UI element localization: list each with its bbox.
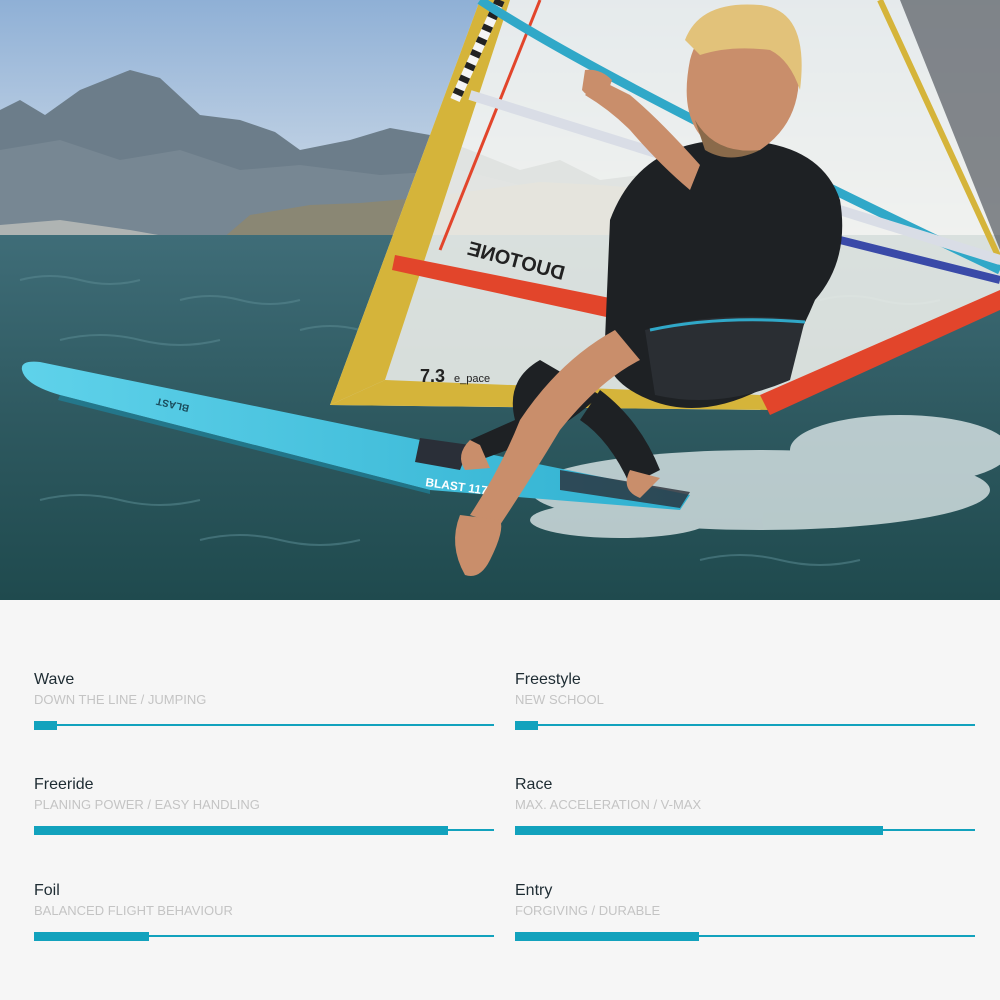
rating-title: Freestyle: [515, 671, 581, 688]
rating-bar: [34, 826, 494, 835]
rating-bar-fill: [515, 721, 538, 730]
ratings-panel: Wave DOWN THE LINE / JUMPING Freestyle N…: [0, 600, 1000, 1000]
rating-subtitle: FORGIVING / DURABLE: [515, 903, 661, 918]
rating-bar-fill: [515, 932, 699, 941]
rating-bar: [515, 721, 975, 730]
rating-title: Race: [515, 776, 553, 793]
rating-bar-track: [515, 724, 975, 726]
rating-bar-track: [34, 724, 494, 726]
rating-title: Wave: [34, 671, 75, 688]
rating-bar-fill: [34, 721, 57, 730]
sail-model-text: e_pace: [454, 373, 490, 385]
rating-bar: [34, 932, 494, 941]
rating-entry: Entry FORGIVING / DURABLE: [515, 881, 975, 941]
sail-size-text: 7.3: [420, 366, 445, 386]
windsurf-scene: DUOTONE 7.3 e_pace BLAST 117 BLAST: [0, 0, 1000, 600]
rating-foil: Foil BALANCED FLIGHT BEHAVIOUR: [34, 881, 494, 941]
rating-freestyle: Freestyle NEW SCHOOL: [515, 670, 975, 730]
rating-subtitle: MAX. ACCELERATION / V-MAX: [515, 797, 702, 812]
rating-title: Freeride: [34, 776, 94, 793]
rating-subtitle: NEW SCHOOL: [515, 692, 604, 707]
rating-wave: Wave DOWN THE LINE / JUMPING: [34, 670, 494, 730]
rating-title: Foil: [34, 882, 60, 899]
rating-bar-fill: [34, 932, 149, 941]
rating-bar: [515, 932, 975, 941]
rating-subtitle: PLANING POWER / EASY HANDLING: [34, 797, 260, 812]
rating-bar: [34, 721, 494, 730]
rating-race: Race MAX. ACCELERATION / V-MAX: [515, 775, 975, 835]
rating-subtitle: DOWN THE LINE / JUMPING: [34, 692, 207, 707]
hero-photo: DUOTONE 7.3 e_pace BLAST 117 BLAST: [0, 0, 1000, 600]
rating-subtitle: BALANCED FLIGHT BEHAVIOUR: [34, 903, 233, 918]
rating-title: Entry: [515, 882, 553, 899]
rating-bar-fill: [515, 826, 883, 835]
rating-bar-fill: [34, 826, 448, 835]
rating-freeride: Freeride PLANING POWER / EASY HANDLING: [34, 775, 494, 835]
rating-bar: [515, 826, 975, 835]
